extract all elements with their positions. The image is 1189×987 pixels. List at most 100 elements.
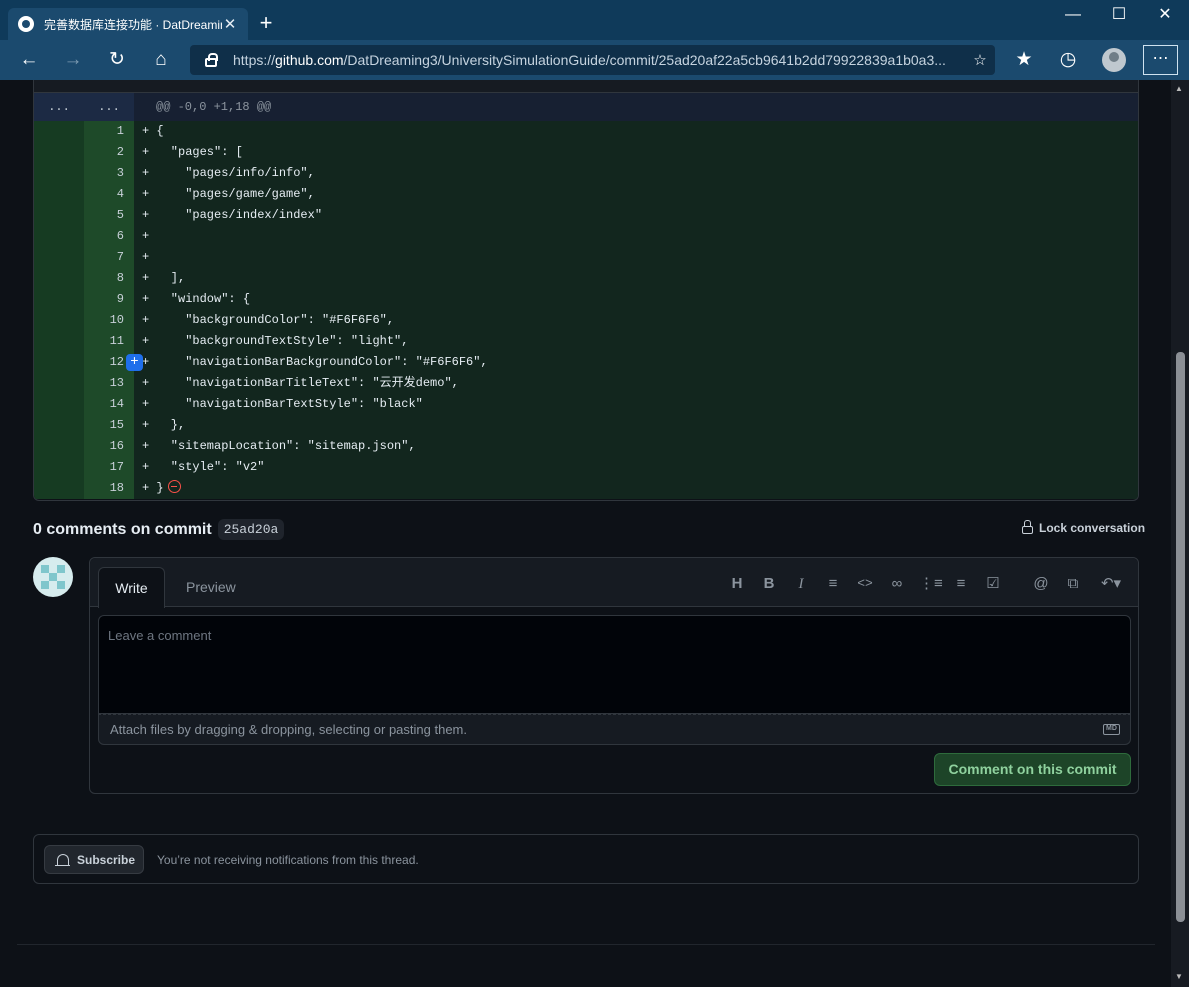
page-scrollbar[interactable]: ▲ ▼: [1171, 80, 1189, 987]
code-line: + "backgroundColor": "#F6F6F6",: [134, 310, 1138, 331]
url-text[interactable]: https://github.com/DatDreaming3/Universi…: [233, 52, 965, 68]
subscribe-label: Subscribe: [77, 852, 136, 867]
reply-icon[interactable]: ↶▾: [1097, 574, 1125, 594]
refresh-icon[interactable]: ↻: [103, 48, 131, 72]
more-icon[interactable]: ⋯: [1143, 45, 1178, 75]
old-line-number: [34, 247, 84, 268]
avatar[interactable]: [33, 557, 73, 597]
new-line-number[interactable]: 3: [84, 163, 134, 184]
old-line-number: [34, 268, 84, 289]
hunk-range: @@ -0,0 +1,18 @@: [156, 100, 272, 114]
subscribe-button[interactable]: Subscribe: [44, 845, 144, 874]
history-icon[interactable]: ◷: [1054, 48, 1082, 72]
expand-up-button[interactable]: ...: [34, 93, 84, 121]
add-line-comment-icon[interactable]: +: [126, 354, 143, 371]
maximize-icon[interactable]: ☐: [1096, 4, 1142, 26]
old-line-number: [34, 436, 84, 457]
code-line: + "pages/index/index": [134, 205, 1138, 226]
diff-line: 9 + "window": {: [34, 289, 1138, 310]
lock-conversation-label: Lock conversation: [1039, 521, 1146, 535]
comment-submit-button[interactable]: Comment on this commit: [934, 753, 1131, 786]
reference-icon[interactable]: ⧉: [1063, 574, 1083, 594]
code-line: + "style": "v2": [134, 457, 1138, 478]
code-line: + }: [134, 478, 1138, 499]
file-attachment-bar[interactable]: Attach files by dragging & dropping, sel…: [98, 714, 1131, 745]
add-favorite-icon[interactable]: ☆: [965, 51, 995, 69]
mention-icon[interactable]: @: [1031, 574, 1051, 594]
new-line-number[interactable]: 14: [84, 394, 134, 415]
new-line-number[interactable]: 10: [84, 310, 134, 331]
comment-textarea[interactable]: [98, 615, 1131, 714]
new-tab-icon[interactable]: +: [256, 12, 276, 34]
diff-line: 6 +: [34, 226, 1138, 247]
new-line-number[interactable]: 8: [84, 268, 134, 289]
code-line: + "pages": [: [134, 142, 1138, 163]
bullet-list-icon[interactable]: ⋮≡: [919, 574, 943, 594]
heading-icon[interactable]: H: [727, 574, 747, 594]
new-line-number[interactable]: 15: [84, 415, 134, 436]
new-line-number[interactable]: 11: [84, 331, 134, 352]
commit-sha[interactable]: 25ad20a: [217, 519, 285, 540]
new-line-number[interactable]: 9: [84, 289, 134, 310]
new-line-number[interactable]: 4: [84, 184, 134, 205]
new-line-number[interactable]: 5: [84, 205, 134, 226]
browser-tab[interactable]: 完善数据库连接功能 · DatDreaming3/UniversitySimul…: [8, 8, 248, 40]
old-line-number: [34, 331, 84, 352]
github-favicon-icon: [18, 16, 34, 32]
diff-line: 18 + }: [34, 478, 1138, 499]
diff-line: 12 + "navigationBarBackgroundColor": "#F6…: [34, 352, 1138, 373]
new-line-number[interactable]: 16: [84, 436, 134, 457]
diff-line: 15 + },: [34, 415, 1138, 436]
forward-icon[interactable]: →: [59, 48, 87, 72]
tab-title: 完善数据库连接功能 · DatDreaming3/UniversitySimul…: [44, 17, 222, 32]
new-line-number[interactable]: 17: [84, 457, 134, 478]
old-line-number: [34, 310, 84, 331]
tab-close-icon[interactable]: ✕: [222, 15, 238, 33]
numbered-list-icon[interactable]: ≡: [951, 574, 971, 594]
tab-write[interactable]: Write: [98, 567, 165, 608]
old-line-number: [34, 415, 84, 436]
code-line: + "navigationBarBackgroundColor": "#F6F6…: [134, 352, 1138, 373]
code-line: + },: [134, 415, 1138, 436]
comment-form: Write Preview H B I ≡ <> ∞ ⋮≡ ≡ ☑ @ ⧉ ↶▾…: [89, 557, 1139, 794]
scroll-thumb[interactable]: [1176, 352, 1185, 922]
new-line-number[interactable]: 1: [84, 121, 134, 142]
back-icon[interactable]: ←: [15, 48, 43, 72]
code-line: + ],: [134, 268, 1138, 289]
diff-line: 17 + "style": "v2": [34, 457, 1138, 478]
scroll-down-icon[interactable]: ▼: [1175, 972, 1183, 981]
profile-icon[interactable]: [1102, 48, 1126, 72]
expand-down-button[interactable]: ...: [84, 93, 134, 121]
code-line: + {: [134, 121, 1138, 142]
minimize-icon[interactable]: —: [1050, 4, 1096, 26]
old-line-number: [34, 205, 84, 226]
old-line-number: [34, 121, 84, 142]
window-close-icon[interactable]: ✕: [1142, 4, 1188, 26]
markdown-icon[interactable]: MD: [1103, 724, 1120, 735]
new-line-number[interactable]: 7: [84, 247, 134, 268]
scroll-up-icon[interactable]: ▲: [1175, 84, 1183, 93]
home-icon[interactable]: ⌂: [147, 48, 175, 72]
address-bar[interactable]: https://github.com/DatDreaming3/Universi…: [190, 45, 995, 75]
diff-line: 1 + {: [34, 121, 1138, 142]
lock-conversation-button[interactable]: Lock conversation: [1022, 520, 1146, 535]
new-line-number[interactable]: 6: [84, 226, 134, 247]
diff-line: 2 + "pages": [: [34, 142, 1138, 163]
italic-icon[interactable]: I: [791, 574, 811, 594]
no-newline-icon: [167, 480, 181, 494]
new-line-number[interactable]: 13: [84, 373, 134, 394]
favorites-icon[interactable]: ★: [1010, 48, 1038, 72]
new-line-number[interactable]: 2: [84, 142, 134, 163]
link-icon[interactable]: ∞: [887, 574, 907, 594]
code-line: + "pages/game/game",: [134, 184, 1138, 205]
comment-form-header: Write Preview H B I ≡ <> ∞ ⋮≡ ≡ ☑ @ ⧉ ↶▾: [90, 558, 1138, 608]
tab-preview[interactable]: Preview: [186, 579, 236, 595]
code-line: +: [134, 226, 1138, 247]
new-line-number[interactable]: 18: [84, 478, 134, 499]
lock-icon[interactable]: [205, 52, 218, 67]
attach-files-text: Attach files by dragging & dropping, sel…: [110, 722, 467, 737]
bold-icon[interactable]: B: [759, 574, 779, 594]
task-list-icon[interactable]: ☑: [983, 574, 1003, 594]
quote-icon[interactable]: ≡: [823, 574, 843, 594]
code-icon[interactable]: <>: [855, 574, 875, 594]
